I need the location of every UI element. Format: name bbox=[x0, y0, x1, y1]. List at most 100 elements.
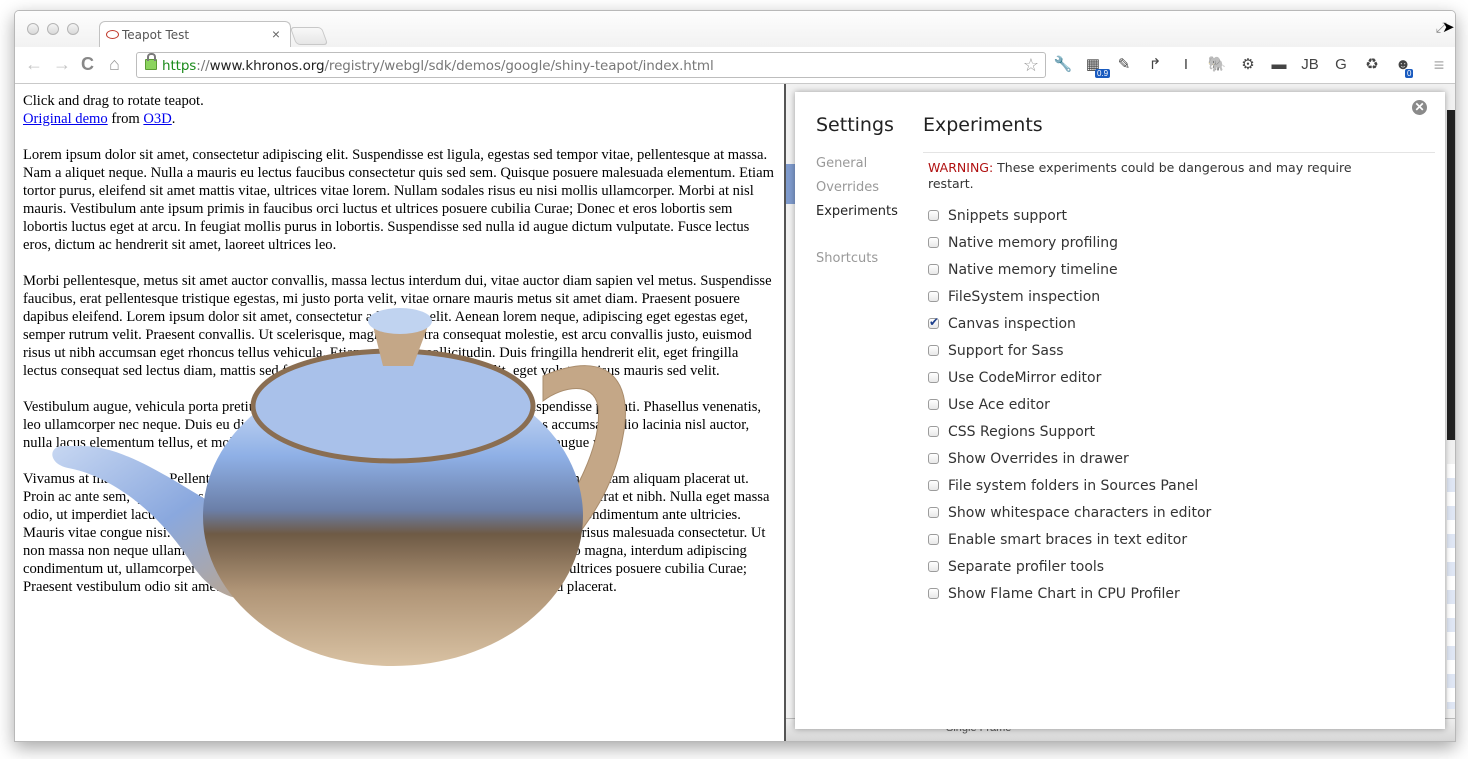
bookmark-star-icon[interactable]: ☆ bbox=[1023, 55, 1039, 76]
experiment-item[interactable]: Separate profiler tools bbox=[928, 553, 1211, 580]
o3d-link[interactable]: O3D bbox=[143, 111, 171, 127]
experiment-item[interactable]: Native memory profiling bbox=[928, 229, 1211, 256]
settings-tab-overrides[interactable]: Overrides bbox=[816, 180, 898, 204]
notepad-icon[interactable]: ✎ bbox=[1114, 55, 1134, 75]
url-scheme: https bbox=[162, 58, 197, 74]
forward-button[interactable]: → bbox=[53, 55, 71, 73]
mouse-cursor-icon: ➤ bbox=[1442, 19, 1455, 36]
experiment-item[interactable]: Snippets support bbox=[928, 202, 1211, 229]
lorem-paragraph: Lorem ipsum dolor sit amet, consectetur … bbox=[23, 147, 774, 253]
settings-tab-general[interactable]: General bbox=[816, 156, 898, 180]
teapot-canvas[interactable] bbox=[43, 296, 643, 666]
settings-nav: General Overrides Experiments Shortcuts bbox=[816, 156, 898, 275]
extension-badge: 0 bbox=[1405, 69, 1414, 78]
back-button[interactable]: ← bbox=[25, 55, 43, 73]
experiment-label: Enable smart braces in text editor bbox=[948, 531, 1188, 548]
browser-toolbar: ← → C ⌂ https://www.khronos.org/registry… bbox=[15, 47, 1455, 84]
experiments-title: Experiments bbox=[923, 114, 1043, 136]
experiment-checkbox[interactable] bbox=[928, 426, 939, 437]
url-host: www.khronos.org bbox=[209, 58, 325, 74]
experiment-checkbox[interactable] bbox=[928, 399, 939, 410]
experiment-label: Show whitespace characters in editor bbox=[948, 504, 1212, 521]
intro-text: Click and drag to rotate teapot. bbox=[23, 93, 204, 109]
experiment-item[interactable]: Support for Sass bbox=[928, 337, 1211, 364]
experiment-label: Separate profiler tools bbox=[948, 558, 1105, 575]
experiment-label: Use CodeMirror editor bbox=[948, 369, 1102, 386]
gear-icon[interactable]: ⚙ bbox=[1238, 55, 1258, 75]
close-icon[interactable]: ✕ bbox=[1412, 100, 1427, 115]
experiment-checkbox[interactable] bbox=[928, 345, 939, 356]
experiment-item[interactable]: Canvas inspection bbox=[928, 310, 1211, 337]
divider bbox=[923, 152, 1435, 153]
experiment-label: Show Flame Chart in CPU Profiler bbox=[948, 585, 1180, 602]
experiment-label: Canvas inspection bbox=[948, 315, 1076, 332]
experiment-label: Native memory timeline bbox=[948, 261, 1118, 278]
experiment-item[interactable]: FileSystem inspection bbox=[928, 283, 1211, 310]
experiment-label: File system folders in Sources Panel bbox=[948, 477, 1199, 494]
menu-icon[interactable]: ≡ bbox=[1429, 55, 1449, 75]
page-content: Click and drag to rotate teapot. Origina… bbox=[15, 84, 786, 741]
experiment-item[interactable]: Show Flame Chart in CPU Profiler bbox=[928, 580, 1211, 607]
period-text: . bbox=[171, 111, 176, 127]
teapot-knob-top bbox=[368, 308, 432, 334]
experiment-label: FileSystem inspection bbox=[948, 288, 1101, 305]
experiment-checkbox[interactable] bbox=[928, 561, 939, 572]
experiment-label: Support for Sass bbox=[948, 342, 1064, 359]
experiment-checkbox[interactable] bbox=[928, 264, 939, 275]
minimize-window-button[interactable] bbox=[47, 23, 59, 35]
experiment-checkbox[interactable] bbox=[928, 372, 939, 383]
wrench-icon[interactable]: 🔧 bbox=[1053, 55, 1073, 75]
url-text[interactable]: https://www.khronos.org/registry/webgl/s… bbox=[162, 58, 714, 74]
experiment-item[interactable]: Enable smart braces in text editor bbox=[928, 526, 1211, 553]
tab-teapot-test[interactable]: Teapot Test × bbox=[99, 21, 291, 48]
experiment-label: Snippets support bbox=[948, 207, 1068, 224]
evernote-icon[interactable]: 🐘 bbox=[1207, 55, 1227, 75]
settings-dialog: Settings General Overrides Experiments S… bbox=[795, 92, 1445, 729]
instapaper-icon[interactable]: I bbox=[1176, 55, 1196, 75]
experiment-item[interactable]: Use CodeMirror editor bbox=[928, 364, 1211, 391]
experiment-item[interactable]: CSS Regions Support bbox=[928, 418, 1211, 445]
warning-label: WARNING: bbox=[928, 160, 994, 175]
experiment-checkbox[interactable] bbox=[928, 291, 939, 302]
url-path: /registry/webgl/sdk/demos/google/shiny-t… bbox=[324, 58, 714, 74]
experiment-checkbox[interactable] bbox=[928, 480, 939, 491]
teapot-lid bbox=[250, 348, 536, 464]
tab-title: Teapot Test bbox=[122, 28, 190, 42]
experiment-item[interactable]: Native memory timeline bbox=[928, 256, 1211, 283]
experiment-checkbox[interactable] bbox=[928, 507, 939, 518]
recycle-icon[interactable]: ♻ bbox=[1362, 55, 1382, 75]
experiment-checkbox[interactable] bbox=[928, 588, 939, 599]
mask-icon[interactable]: ▬ bbox=[1269, 55, 1289, 75]
devtools-log-rows bbox=[1447, 464, 1455, 709]
settings-tab-experiments[interactable]: Experiments bbox=[816, 204, 898, 228]
experiment-item[interactable]: Show Overrides in drawer bbox=[928, 445, 1211, 472]
close-window-button[interactable] bbox=[27, 23, 39, 35]
experiment-checkbox[interactable] bbox=[928, 210, 939, 221]
experiment-label: Show Overrides in drawer bbox=[948, 450, 1129, 467]
devtools-canvas-preview bbox=[1447, 110, 1455, 440]
zoom-window-button[interactable] bbox=[67, 23, 79, 35]
tab-close-icon[interactable]: × bbox=[272, 26, 280, 42]
original-demo-link[interactable]: Original demo bbox=[23, 111, 108, 127]
address-bar[interactable]: https://www.khronos.org/registry/webgl/s… bbox=[136, 52, 1046, 78]
experiment-label: CSS Regions Support bbox=[948, 423, 1096, 440]
experiment-item[interactable]: Show whitespace characters in editor bbox=[928, 499, 1211, 526]
experiment-checkbox[interactable] bbox=[928, 453, 939, 464]
share-icon[interactable]: ↱ bbox=[1145, 55, 1165, 75]
reload-button[interactable]: C bbox=[81, 55, 94, 73]
experiment-checkbox[interactable] bbox=[928, 534, 939, 545]
experiment-checkbox[interactable] bbox=[928, 315, 939, 329]
experiments-list: Snippets support Native memory profiling N… bbox=[928, 202, 1211, 607]
experiment-checkbox[interactable] bbox=[928, 237, 939, 248]
experiment-label: Native memory profiling bbox=[948, 234, 1118, 251]
new-tab-button[interactable] bbox=[289, 27, 329, 45]
settings-tab-shortcuts[interactable]: Shortcuts bbox=[816, 251, 898, 275]
g-icon[interactable]: G bbox=[1331, 55, 1351, 75]
experiment-item[interactable]: Use Ace editor bbox=[928, 391, 1211, 418]
experiment-item[interactable]: File system folders in Sources Panel bbox=[928, 472, 1211, 499]
lock-icon bbox=[145, 53, 157, 70]
webgl-favicon-icon bbox=[106, 30, 119, 39]
settings-title: Settings bbox=[816, 114, 894, 136]
home-button[interactable]: ⌂ bbox=[109, 55, 120, 73]
jb-icon[interactable]: JB bbox=[1300, 55, 1320, 75]
